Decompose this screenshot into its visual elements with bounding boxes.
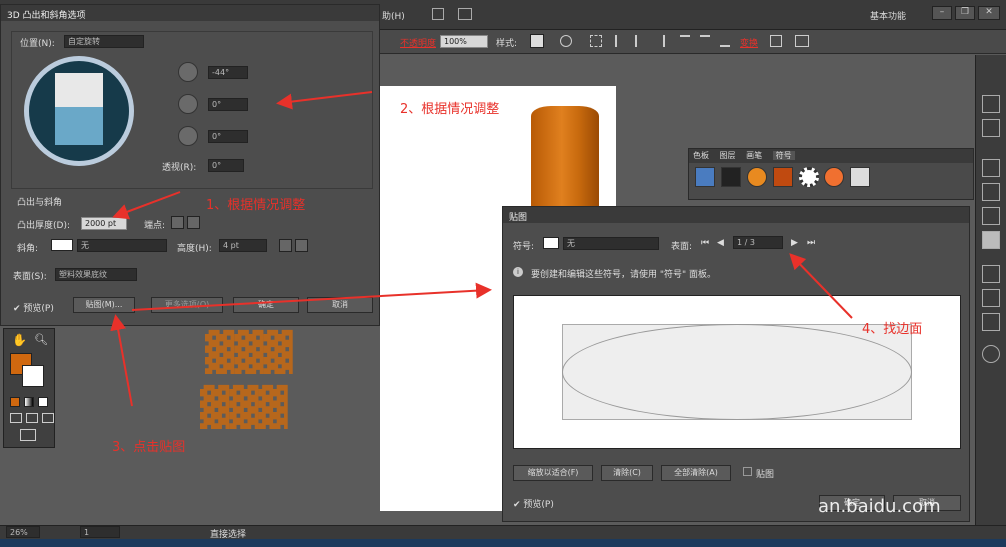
artboard-number-input[interactable]: 1 xyxy=(80,526,120,538)
arrow-2 xyxy=(276,91,373,110)
arrow-1 xyxy=(112,191,181,220)
watermark: an.baidu.com xyxy=(818,496,941,517)
os-taskbar xyxy=(0,539,1006,547)
annotation-1: 1、根据情况调整 xyxy=(206,198,306,213)
annotation-3: 3、点击贴图 xyxy=(112,440,186,455)
arrow-4 xyxy=(789,253,853,319)
annotation-2: 2、根据情况调整 xyxy=(400,102,500,117)
annotation-arrows xyxy=(110,91,853,407)
annotation-4: 4、找边面 xyxy=(862,322,923,337)
status-bar: 26% 1 直接选择 xyxy=(0,525,1006,540)
arrow-3 xyxy=(110,314,133,407)
arrow-map xyxy=(131,282,492,311)
zoom-select[interactable]: 26% xyxy=(6,526,40,538)
